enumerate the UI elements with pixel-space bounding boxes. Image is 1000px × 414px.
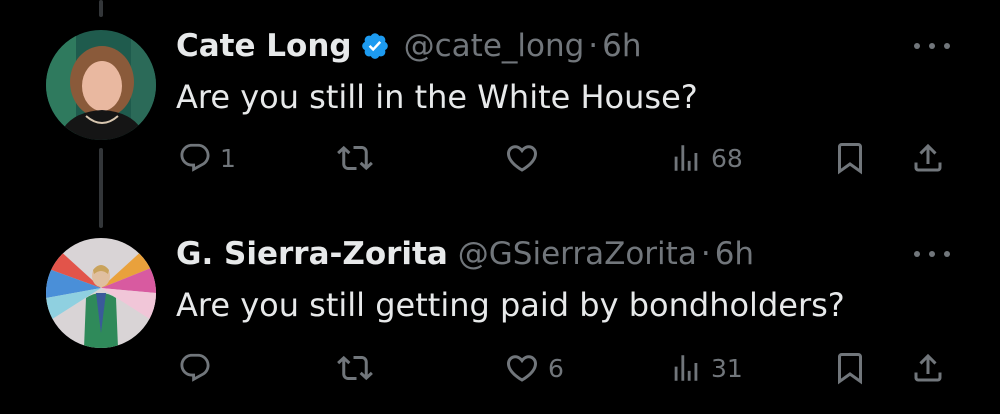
author-name[interactable]: G. Sierra-Zorita	[176, 234, 448, 274]
author-handle[interactable]: @GSierraZorita	[458, 234, 697, 274]
heart-icon	[504, 140, 540, 176]
view-count: 31	[711, 353, 743, 383]
views-button[interactable]: 68	[669, 138, 743, 178]
share-button[interactable]	[910, 348, 946, 388]
more-options-icon[interactable]	[914, 40, 950, 52]
bookmark-icon	[832, 350, 868, 386]
tweet-text: Are you still in the White House?	[176, 78, 698, 116]
share-icon	[910, 140, 946, 176]
tweet-actions: 6 31	[0, 348, 1000, 388]
separator-dot: ·	[700, 236, 711, 272]
share-icon	[910, 350, 946, 386]
bookmark-button[interactable]	[832, 348, 868, 388]
heart-icon	[504, 350, 540, 386]
views-button[interactable]: 31	[669, 348, 743, 388]
tweet-header: G. Sierra-Zorita @GSierraZorita · 6h	[176, 234, 754, 274]
view-count: 68	[711, 143, 743, 173]
retweet-icon	[337, 140, 373, 176]
retweet-button[interactable]	[337, 348, 381, 388]
more-options-icon[interactable]	[914, 248, 950, 260]
like-count: 6	[548, 353, 564, 383]
timestamp[interactable]: 6h	[715, 234, 754, 274]
author-name[interactable]: Cate Long	[176, 26, 352, 66]
tweet[interactable]: G. Sierra-Zorita @GSierraZorita · 6h Are…	[0, 210, 1000, 414]
author-handle[interactable]: @cate_long	[404, 26, 585, 66]
avatar[interactable]	[46, 30, 156, 140]
tweet-text: Are you still getting paid by bondholder…	[176, 286, 845, 324]
verified-badge-icon	[360, 31, 390, 61]
avatar[interactable]	[46, 238, 156, 348]
reply-button[interactable]: 1	[178, 138, 236, 178]
analytics-icon	[669, 141, 703, 175]
like-button[interactable]	[504, 138, 548, 178]
reply-button[interactable]	[178, 348, 220, 388]
retweet-button[interactable]	[337, 138, 381, 178]
timestamp[interactable]: 6h	[602, 26, 641, 66]
like-button[interactable]: 6	[504, 348, 564, 388]
tweet-actions: 1 68	[0, 138, 1000, 178]
separator-dot: ·	[588, 28, 599, 64]
bookmark-button[interactable]	[832, 138, 868, 178]
reply-count: 1	[220, 143, 236, 173]
tweet-header: Cate Long @cate_long · 6h	[176, 26, 642, 66]
tweet[interactable]: Cate Long @cate_long · 6h Are you still …	[0, 0, 1000, 210]
reply-icon	[178, 351, 212, 385]
bookmark-icon	[832, 140, 868, 176]
share-button[interactable]	[910, 138, 946, 178]
retweet-icon	[337, 350, 373, 386]
analytics-icon	[669, 351, 703, 385]
reply-icon	[178, 141, 212, 175]
